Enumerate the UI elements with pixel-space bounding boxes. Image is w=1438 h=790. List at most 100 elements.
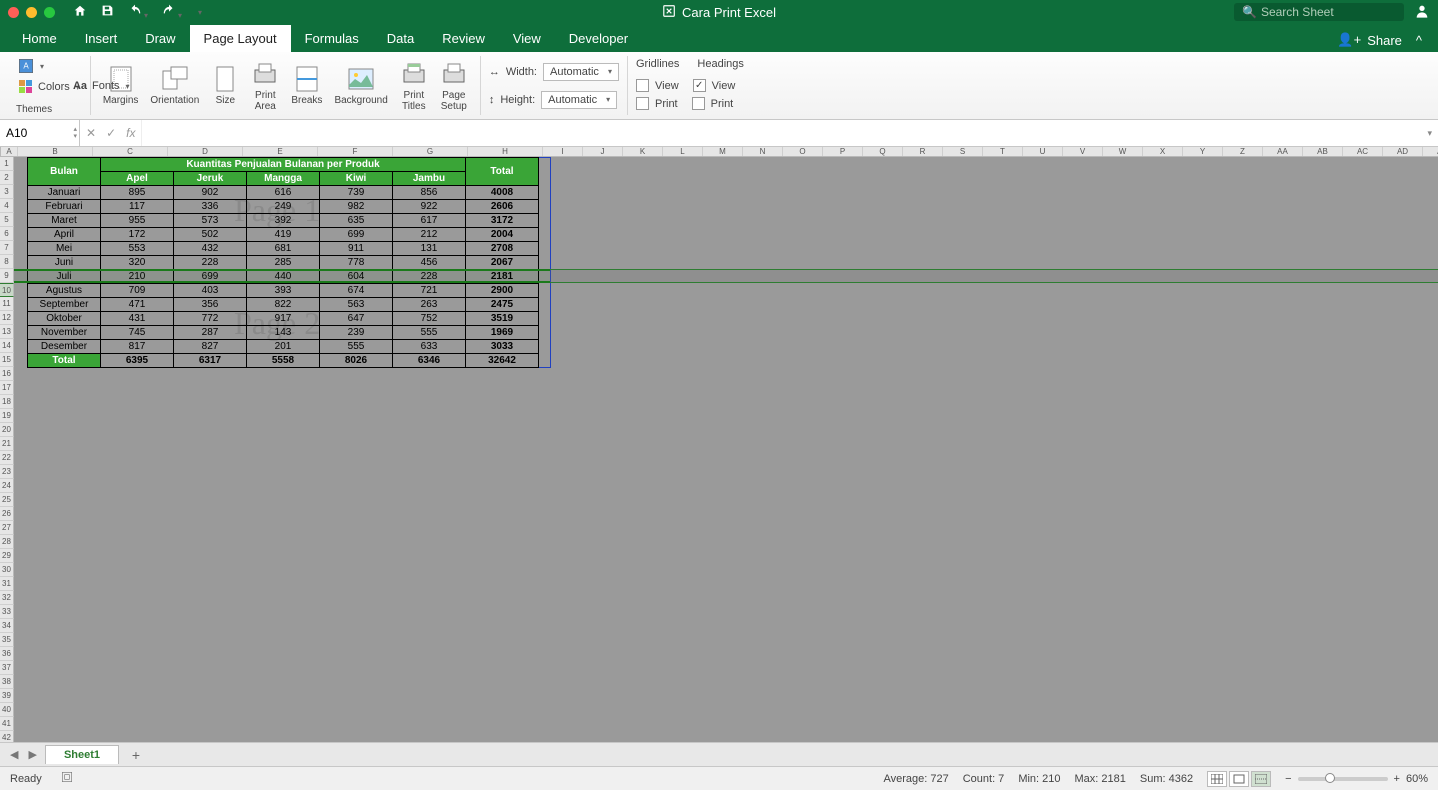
column-header[interactable]: P [823,147,863,156]
column-header[interactable]: AA [1263,147,1303,156]
row-header[interactable]: 34 [0,619,14,633]
undo-icon[interactable]: ▾ [128,4,148,21]
row-header[interactable]: 38 [0,675,14,689]
tab-review[interactable]: Review [428,25,499,52]
column-header[interactable]: N [743,147,783,156]
width-select[interactable]: Automatic▾ [543,63,619,81]
row-header[interactable]: 35 [0,633,14,647]
name-box[interactable]: A10 ▴▾ [0,120,80,146]
column-header[interactable]: L [663,147,703,156]
column-header[interactable]: H [468,147,543,156]
row-header[interactable]: 3 [0,185,14,199]
print-titles-button[interactable]: Print Titles [396,58,432,114]
sheet-nav-prev-icon[interactable]: ◀ [8,746,20,763]
page-break-view-button[interactable] [1251,771,1271,787]
column-header[interactable]: M [703,147,743,156]
maximize-window-button[interactable] [44,7,55,18]
tab-insert[interactable]: Insert [71,25,132,52]
save-icon[interactable] [101,4,114,20]
row-header[interactable]: 9 [0,269,14,283]
gridlines-print-checkbox[interactable] [636,97,649,110]
column-header[interactable]: R [903,147,943,156]
row-header[interactable]: 42 [0,731,14,742]
row-header[interactable]: 6 [0,227,14,241]
tab-draw[interactable]: Draw [131,25,189,52]
column-header[interactable]: G [393,147,468,156]
column-header[interactable]: K [623,147,663,156]
tab-home[interactable]: Home [8,25,71,52]
row-header[interactable]: 31 [0,577,14,591]
row-header[interactable]: 32 [0,591,14,605]
column-header[interactable]: Y [1183,147,1223,156]
accessibility-icon[interactable] [60,770,74,787]
row-header[interactable]: 33 [0,605,14,619]
row-header[interactable]: 22 [0,451,14,465]
row-header[interactable]: 23 [0,465,14,479]
zoom-slider[interactable] [1298,777,1388,781]
tab-developer[interactable]: Developer [555,25,642,52]
column-header[interactable]: U [1023,147,1063,156]
row-header[interactable]: 16 [0,367,14,381]
user-icon[interactable] [1414,3,1430,22]
column-header[interactable]: Z [1223,147,1263,156]
row-header[interactable]: 17 [0,381,14,395]
column-header[interactable]: B [18,147,93,156]
headings-view-checkbox[interactable]: ✓ [693,79,706,92]
tab-formulas[interactable]: Formulas [291,25,373,52]
background-button[interactable]: Background [330,63,391,108]
tab-data[interactable]: Data [373,25,428,52]
close-window-button[interactable] [8,7,19,18]
row-header[interactable]: 20 [0,423,14,437]
column-header[interactable]: A [1,147,18,156]
column-header[interactable]: J [583,147,623,156]
page-setup-button[interactable]: Page Setup [436,58,472,114]
fx-icon[interactable]: fx [126,126,135,140]
redo-icon[interactable]: ▾ [162,4,182,21]
row-header[interactable]: 1 [0,157,14,171]
column-header[interactable]: F [318,147,393,156]
column-header[interactable]: AC [1343,147,1383,156]
column-header[interactable]: C [93,147,168,156]
column-header[interactable]: V [1063,147,1103,156]
data-table[interactable]: BulanKuantitas Penjualan Bulanan per Pro… [27,157,539,368]
column-header[interactable]: W [1103,147,1143,156]
breaks-button[interactable]: Breaks [287,63,326,108]
row-header[interactable]: 41 [0,717,14,731]
enter-formula-icon[interactable]: ✓ [106,126,116,140]
row-header[interactable]: 10 [0,283,14,297]
tab-view[interactable]: View [499,25,555,52]
column-header[interactable]: AB [1303,147,1343,156]
search-input[interactable]: 🔍 Search Sheet [1234,3,1404,21]
gridlines-view-checkbox[interactable] [636,79,649,92]
row-header[interactable]: 11 [0,297,14,311]
row-header[interactable]: 15 [0,353,14,367]
print-area-button[interactable]: Print Area [247,58,283,114]
row-header[interactable]: 40 [0,703,14,717]
headings-print-checkbox[interactable] [692,97,705,110]
minimize-window-button[interactable] [26,7,37,18]
tab-page-layout[interactable]: Page Layout [190,25,291,52]
row-header[interactable]: 30 [0,563,14,577]
row-header[interactable]: 36 [0,647,14,661]
share-button[interactable]: 👤+ Share ^ [1329,28,1430,52]
sheet-tab[interactable]: Sheet1 [45,745,119,764]
page-layout-view-button[interactable] [1229,771,1249,787]
cancel-formula-icon[interactable]: ✕ [86,126,96,140]
row-header[interactable]: 26 [0,507,14,521]
zoom-in-button[interactable]: + [1394,773,1400,785]
column-header[interactable]: E [243,147,318,156]
home-icon[interactable] [73,4,87,21]
normal-view-button[interactable] [1207,771,1227,787]
fonts-button[interactable]: Aa Fonts▾ [70,76,132,96]
row-header[interactable]: 4 [0,199,14,213]
row-header[interactable]: 5 [0,213,14,227]
row-header[interactable]: 2 [0,171,14,185]
row-header[interactable]: 28 [0,535,14,549]
column-header[interactable]: AE [1423,147,1438,156]
sheet-nav-next-icon[interactable]: ▶ [26,746,38,763]
row-header[interactable]: 24 [0,479,14,493]
column-header[interactable]: S [943,147,983,156]
column-header[interactable]: I [543,147,583,156]
column-header[interactable]: D [168,147,243,156]
row-header[interactable]: 8 [0,255,14,269]
